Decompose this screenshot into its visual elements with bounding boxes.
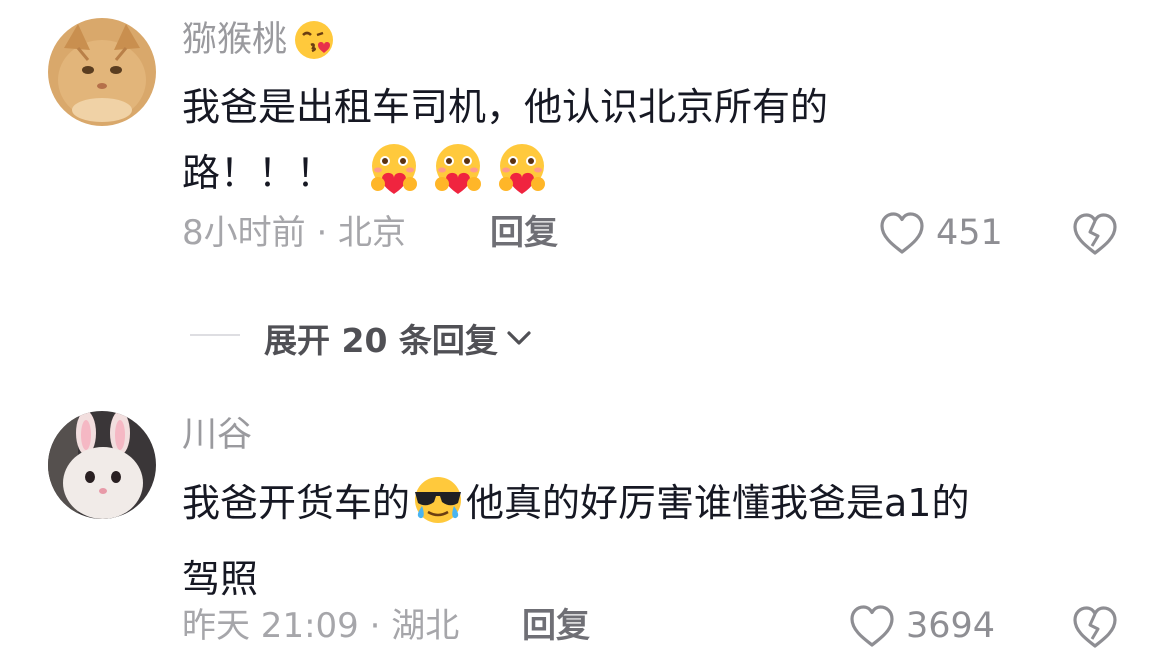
comment-text[interactable]: 我爸开货车的 他真的好厉害谁懂我爸是a1的 驾照 xyxy=(182,470,969,612)
comment-username[interactable]: 猕猴桃 xyxy=(182,19,335,71)
comment-text-line1: 我爸开货车的 他真的好厉害谁懂我爸是a1的 xyxy=(182,470,969,546)
hug-heart-emoji-icon xyxy=(492,142,552,218)
like-count: 3694 xyxy=(906,606,996,646)
comment-list: 猕猴桃 我爸是出租车司机，他认识北京所有的 路！！！ 8小时前 · 北京 回复 … xyxy=(0,0,1170,663)
avatar-bunny-cat[interactable] xyxy=(48,411,156,519)
comment-text-line1: 我爸是出租车司机，他认识北京所有的 xyxy=(182,85,829,129)
reply-button[interactable]: 回复 xyxy=(490,212,558,254)
comment-text-part2: 他真的好厉害谁懂我爸是a1的 xyxy=(466,481,970,525)
dislike-button[interactable] xyxy=(1072,605,1118,653)
dislike-button[interactable] xyxy=(1072,212,1118,260)
comment-text-part1: 我爸开货车的 xyxy=(182,481,411,525)
username-text[interactable]: 猕猴桃 xyxy=(182,20,287,60)
comment-meta: 8小时前 · 北京 xyxy=(182,213,407,253)
chevron-down-icon xyxy=(507,331,531,345)
heart-outline-icon xyxy=(880,212,924,254)
expand-replies-label: 展开 20 条回复 xyxy=(264,321,498,360)
broken-heart-icon xyxy=(1073,606,1117,648)
like-button[interactable]: 451 xyxy=(878,211,1003,255)
expand-replies-button[interactable]: 展开 20 条回复 xyxy=(264,314,534,362)
hug-heart-emoji-icon xyxy=(364,142,424,218)
comment-meta: 昨天 21:09 · 湖北 xyxy=(182,606,460,646)
comment-text-line2-text: 路！！！ xyxy=(182,151,335,195)
expand-divider xyxy=(190,334,240,336)
comment-username[interactable]: 川谷 xyxy=(182,414,252,456)
like-count: 451 xyxy=(936,213,1003,253)
comment-text[interactable]: 我爸是出租车司机，他认识北京所有的 路！！！ xyxy=(182,74,828,218)
broken-heart-icon xyxy=(1073,213,1117,255)
like-button[interactable]: 3694 xyxy=(848,604,995,648)
kiss-emoji-icon xyxy=(293,19,335,71)
hug-heart-emoji-icon xyxy=(428,142,488,218)
comment-text-line2: 驾照 xyxy=(182,557,259,601)
heart-outline-icon xyxy=(850,605,894,647)
cool-sweat-emoji-icon xyxy=(410,474,466,546)
reply-button[interactable]: 回复 xyxy=(522,605,590,647)
avatar-orange-cat[interactable] xyxy=(48,18,156,126)
comment-text-line2: 路！！！ xyxy=(182,140,828,218)
